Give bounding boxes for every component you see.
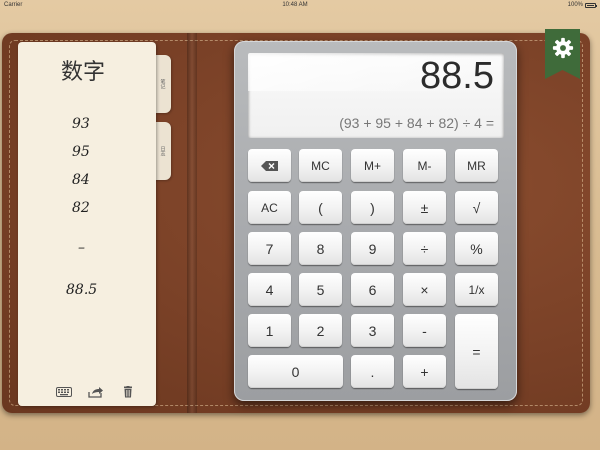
digit-5-button[interactable]: 5 xyxy=(299,273,342,306)
battery-status: 100% xyxy=(567,2,597,8)
backspace-button[interactable] xyxy=(248,149,291,182)
plus-button[interactable]: + xyxy=(403,355,446,388)
tab-log-label: 日志 xyxy=(159,146,166,156)
display-result: 88.5 xyxy=(420,55,494,97)
digit-7-button[interactable]: 7 xyxy=(248,232,291,265)
digit-6-button[interactable]: 6 xyxy=(351,273,394,306)
sqrt-button[interactable]: √ xyxy=(455,191,498,224)
note-line: 82 xyxy=(72,200,90,216)
tab-notes[interactable]: 笔记 xyxy=(155,55,171,113)
digit-9-button[interactable]: 9 xyxy=(351,232,394,265)
folder-spine xyxy=(187,33,197,413)
left-paren-button[interactable]: ( xyxy=(299,191,342,224)
minus-button[interactable]: - xyxy=(403,314,446,347)
carrier-label: Carrier xyxy=(4,2,23,8)
notepad[interactable]: 数字 93 95 84 82 – 88.5 xyxy=(18,42,156,406)
reciprocal-button[interactable]: 1/x xyxy=(455,273,498,306)
status-time: 10:48 AM xyxy=(282,2,308,8)
note-line: 95 xyxy=(72,144,90,160)
percent-button[interactable]: % xyxy=(455,232,498,265)
plus-minus-button[interactable]: ± xyxy=(403,191,446,224)
tab-notes-label: 笔记 xyxy=(159,79,166,89)
mc-button[interactable]: MC xyxy=(299,149,342,182)
settings-button[interactable] xyxy=(545,29,580,79)
notepad-title: 数字 xyxy=(60,60,105,85)
calculator-display: 88.5 (93 + 95 + 84 + 82) ÷ 4 = xyxy=(248,53,504,138)
ac-button[interactable]: AC xyxy=(248,191,291,224)
calculator: 88.5 (93 + 95 + 84 + 82) ÷ 4 = MC M+ M- … xyxy=(234,41,517,401)
digit-1-button[interactable]: 1 xyxy=(248,314,291,347)
trash-icon[interactable] xyxy=(120,386,136,398)
m-minus-button[interactable]: M- xyxy=(403,149,446,182)
digit-4-button[interactable]: 4 xyxy=(248,273,291,306)
mr-button[interactable]: MR xyxy=(455,149,498,182)
battery-percent: 100% xyxy=(567,2,583,8)
note-line: 88.5 xyxy=(66,282,98,298)
keyboard-icon[interactable] xyxy=(56,386,72,398)
digit-0-button[interactable]: 0 xyxy=(248,355,343,388)
equals-button[interactable]: = xyxy=(455,314,498,389)
divide-button[interactable]: ÷ xyxy=(403,232,446,265)
share-icon[interactable] xyxy=(88,386,104,398)
right-paren-button[interactable]: ) xyxy=(351,191,394,224)
notepad-toolbar xyxy=(56,386,136,398)
backspace-icon xyxy=(260,160,278,171)
digit-2-button[interactable]: 2 xyxy=(299,314,342,347)
m-plus-button[interactable]: M+ xyxy=(351,149,394,182)
note-line: 93 xyxy=(72,116,90,132)
status-bar: Carrier 10:48 AM 100% xyxy=(0,0,600,10)
battery-icon xyxy=(585,2,597,8)
multiply-button[interactable]: × xyxy=(403,273,446,306)
display-expression: (93 + 95 + 84 + 82) ÷ 4 = xyxy=(339,115,494,131)
decimal-button[interactable]: . xyxy=(351,355,394,388)
gear-icon xyxy=(552,37,573,59)
digit-3-button[interactable]: 3 xyxy=(351,314,394,347)
note-line: 84 xyxy=(72,172,90,188)
digit-8-button[interactable]: 8 xyxy=(299,232,342,265)
tab-log[interactable]: 日志 xyxy=(155,122,171,180)
note-line: – xyxy=(78,240,85,256)
